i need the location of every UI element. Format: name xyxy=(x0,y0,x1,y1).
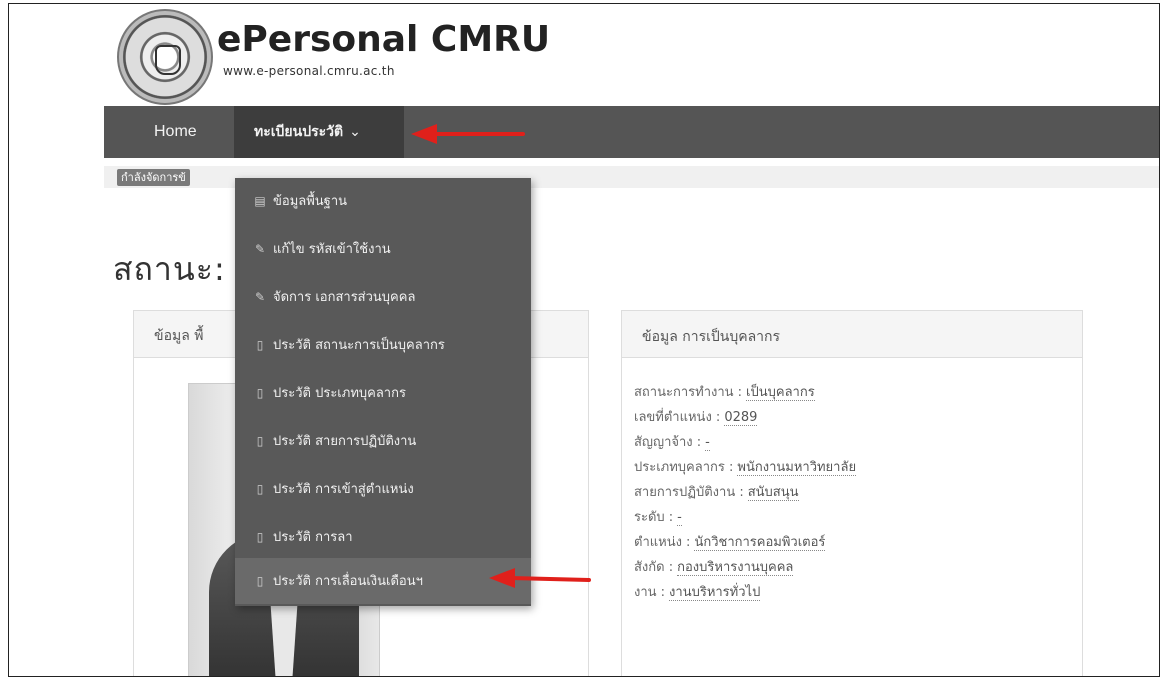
nav-registry-menu[interactable]: ทะเบียนประวัติ ⌄ xyxy=(234,106,404,158)
chevron-down-icon: ⌄ xyxy=(349,124,361,140)
info-row-level: ระดับ :- xyxy=(634,510,682,526)
breadcrumb-label: กำลังจัดการข้ xyxy=(117,169,190,186)
info-value: - xyxy=(677,510,682,526)
info-row-work-line: สายการปฏิบัติงาน : สนับสนุน xyxy=(634,485,799,501)
registry-dropdown-menu: ▤ ข้อมูลพื้นฐาน ✎ แก้ไข รหัสเข้าใช้งาน ✎ จั… xyxy=(235,178,531,606)
panel-title: ข้อมูล การเป็นบุคลากร xyxy=(642,329,781,345)
document-icon: ▯ xyxy=(256,338,264,352)
page-title: สถานะ: xyxy=(113,250,226,288)
university-seal-logo[interactable] xyxy=(117,9,213,105)
annotation-arrow-icon xyxy=(411,124,525,144)
document-icon: ▯ xyxy=(256,482,264,496)
edit-icon: ✎ xyxy=(254,290,266,304)
menu-item-status-history[interactable]: ▯ ประวัติ สถานะการเป็นบุคลากร xyxy=(235,322,531,368)
info-value: กองบริหารงานบุคคล xyxy=(677,560,794,576)
document-icon: ▯ xyxy=(256,434,264,448)
id-card-icon: ▤ xyxy=(254,194,266,208)
menu-item-basic-info[interactable]: ▤ ข้อมูลพื้นฐาน xyxy=(235,178,531,224)
menu-item-work-line-history[interactable]: ▯ ประวัติ สายการปฏิบัติงาน xyxy=(235,418,531,464)
document-icon: ▯ xyxy=(256,530,264,544)
screenshot-frame: ePersonal CMRU www.e-personal.cmru.ac.th… xyxy=(8,3,1160,677)
info-row-affiliation: สังกัด : กองบริหารงานบุคคล xyxy=(634,560,794,576)
info-value: เป็นบุคลากร xyxy=(746,385,815,401)
info-value: 0289 xyxy=(724,410,758,426)
edit-icon: ✎ xyxy=(254,242,266,256)
info-row-contract: สัญญาจ้าง :- xyxy=(634,435,710,451)
menu-item-position-history[interactable]: ▯ ประวัติ การเข้าสู่ตำแหน่ง xyxy=(235,466,531,512)
menu-item-manage-documents[interactable]: ✎ จัดการ เอกสารส่วนบุคคล xyxy=(235,274,531,320)
nav-registry-label: ทะเบียนประวัติ xyxy=(254,124,344,140)
site-title[interactable]: ePersonal CMRU xyxy=(217,20,550,60)
info-row-position: ตำแหน่ง : นักวิชาการคอมพิวเตอร์ xyxy=(634,535,826,551)
info-row-personnel-type: ประเภทบุคลากร : พนักงานมหาวิทยาลัย xyxy=(634,460,857,476)
info-row-status: สถานะการทำงาน : เป็นบุคลากร xyxy=(634,385,815,401)
menu-item-type-history[interactable]: ▯ ประวัติ ประเภทบุคลากร xyxy=(235,370,531,416)
site-url: www.e-personal.cmru.ac.th xyxy=(223,64,395,78)
info-value: - xyxy=(705,435,710,451)
menu-item-leave-history[interactable]: ▯ ประวัติ การลา xyxy=(235,514,531,560)
info-row-position-number: เลขที่ตำแหน่ง :0289 xyxy=(634,410,758,426)
info-value: งานบริหารทั่วไป xyxy=(669,585,761,601)
panel-title: ข้อมูล พื้ xyxy=(154,328,204,344)
document-icon: ▯ xyxy=(256,386,264,400)
main-navbar: Home ทะเบียนประวัติ ⌄ xyxy=(104,106,1159,158)
info-value: สนับสนุน xyxy=(747,485,799,501)
info-value: นักวิชาการคอมพิวเตอร์ xyxy=(694,535,826,551)
info-row-work: งาน : งานบริหารทั่วไป xyxy=(634,585,761,601)
annotation-arrow-icon xyxy=(489,568,591,588)
nav-home-link[interactable]: Home xyxy=(154,106,197,158)
info-value: พนักงานมหาวิทยาลัย xyxy=(737,460,857,476)
personnel-info-panel: ข้อมูล การเป็นบุคลากร สถานะการทำงาน : เป็… xyxy=(621,310,1083,676)
document-icon: ▯ xyxy=(256,574,264,588)
menu-item-edit-password[interactable]: ✎ แก้ไข รหัสเข้าใช้งาน xyxy=(235,226,531,272)
